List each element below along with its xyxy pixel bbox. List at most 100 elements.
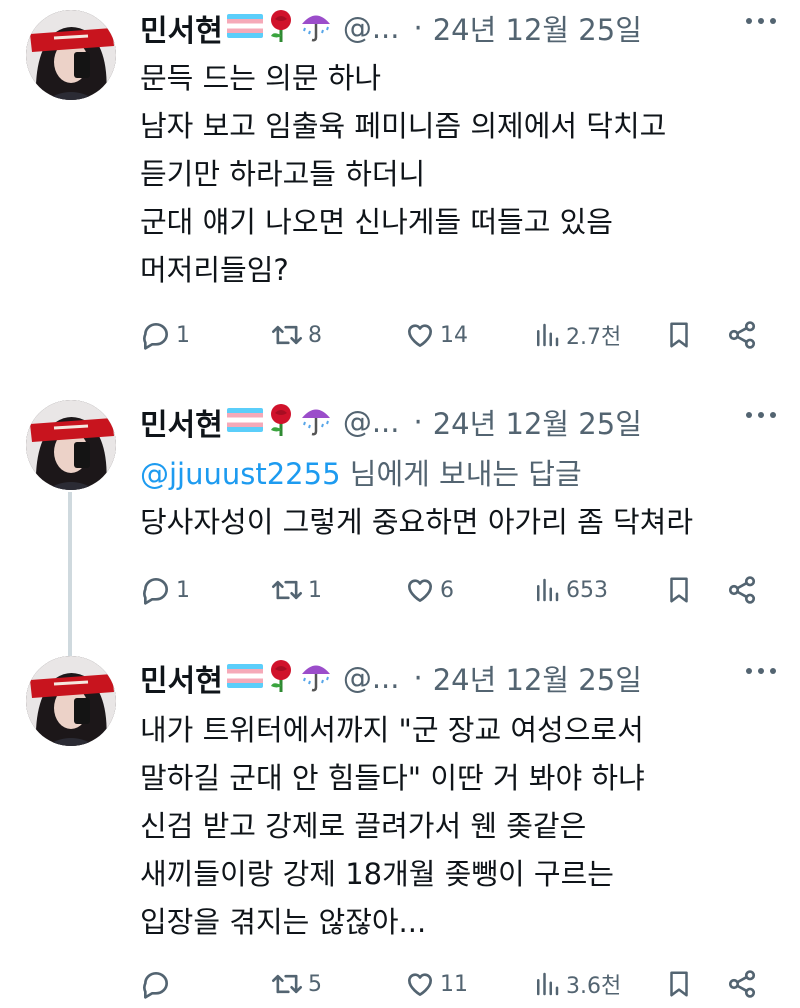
umbrella-rain-emoji: [299, 403, 333, 441]
tweet-text: 문득 드는 의문 하나 남자 보고 임출육 페미니즘 의제에서 닥치고 듣기만 …: [140, 54, 780, 294]
text-line: 입장을 겪지는 않잖아...: [140, 905, 427, 939]
umbrella-rain-emoji: [299, 659, 333, 697]
more-options-icon[interactable]: [746, 666, 776, 676]
retweet-icon: [271, 974, 303, 994]
heart-icon: [408, 973, 432, 996]
reply-icon: [143, 323, 168, 350]
avatar-image: [26, 400, 116, 490]
display-name[interactable]: 민서현: [140, 6, 223, 50]
like-count: 11: [440, 971, 468, 997]
view-count: 3.6천: [566, 974, 622, 999]
retweet-count: 1: [308, 577, 322, 603]
share-button[interactable]: [726, 964, 758, 1004]
like-button[interactable]: 14: [404, 315, 468, 355]
text-line: 문득 드는 의문 하나: [140, 61, 382, 95]
retweet-count: 5: [308, 971, 322, 997]
like-button[interactable]: 11: [404, 964, 468, 1004]
display-name[interactable]: 민서현: [140, 656, 223, 700]
tweet-3[interactable]: 민서현 @... · 24년 12월 25일 내가 트위터에서까지 "군 장교 …: [0, 656, 800, 1008]
avatar-image: [26, 656, 116, 746]
tweet-text: @jjuuust2255 님에게 보내는 답글 당사자성이 그렇게 중요하면 아…: [140, 450, 780, 546]
reply-context: @jjuuust2255 님에게 보내는 답글: [140, 450, 780, 498]
text-line: 말하길 군대 안 힘들다" 이딴 거 봐야 하냐: [140, 761, 645, 795]
views-chart-icon: [537, 578, 559, 602]
thread-connector: [68, 492, 72, 664]
reply-count: 1: [176, 577, 190, 603]
text-line: 신검 받고 강제로 끌려가서 웬 좆같은: [140, 809, 587, 843]
tweet-header: 민서현 @... · 24년 12월 25일: [140, 656, 642, 700]
reply-context-label: 님에게 보내는 답글: [340, 457, 582, 491]
share-icon: [728, 970, 756, 998]
view-count: 653: [566, 577, 608, 603]
separator-dot: ·: [413, 661, 423, 695]
rose-emoji: [267, 403, 295, 441]
post-date[interactable]: 24년 12월 25일: [433, 657, 642, 699]
more-options-icon[interactable]: [746, 410, 776, 420]
mention-link[interactable]: @jjuuust2255: [140, 457, 341, 491]
umbrella-rain-emoji: [299, 9, 333, 47]
user-handle[interactable]: @...: [343, 11, 400, 45]
action-bar: 1 8 14 2.7천: [140, 315, 770, 355]
retweet-button[interactable]: 1: [270, 570, 322, 610]
text-line: 새끼들이랑 강제 18개월 좆뺑이 구르는: [140, 857, 614, 891]
like-count: 14: [440, 322, 468, 348]
like-button[interactable]: 6: [404, 570, 454, 610]
avatar[interactable]: [26, 656, 116, 746]
reply-count: 1: [176, 322, 190, 348]
reply-icon: [143, 578, 168, 605]
action-bar: 1 1 6 653: [140, 570, 770, 610]
share-button[interactable]: [726, 570, 758, 610]
separator-dot: ·: [413, 11, 423, 45]
text-line: 머저리들임?: [140, 253, 289, 287]
transgender-flag-emoji: [226, 664, 263, 692]
like-count: 6: [440, 577, 454, 603]
avatar-image: [26, 10, 116, 100]
share-icon: [728, 576, 756, 604]
name-emojis: [226, 659, 337, 697]
post-date[interactable]: 24년 12월 25일: [433, 401, 642, 443]
views-button[interactable]: 2.7천: [532, 315, 621, 355]
views-button[interactable]: 653: [532, 570, 608, 610]
user-handle[interactable]: @...: [343, 405, 400, 439]
rose-emoji: [267, 659, 295, 697]
view-count: 2.7천: [566, 325, 622, 350]
retweet-icon: [271, 580, 303, 600]
bookmark-icon: [670, 577, 688, 603]
display-name[interactable]: 민서현: [140, 400, 223, 444]
tweet-1[interactable]: 민서현 @... · 24년 12월 25일 문득 드는 의문 하나 남자 보고…: [0, 6, 800, 351]
name-emojis: [226, 403, 337, 441]
reply-button[interactable]: 1: [140, 570, 190, 610]
transgender-flag-emoji: [226, 14, 263, 42]
heart-icon: [408, 324, 432, 347]
bookmark-icon: [670, 971, 688, 997]
views-button[interactable]: 3.6천: [532, 964, 621, 1004]
action-bar: 5 11 3.6천: [140, 964, 770, 1004]
retweet-button[interactable]: 8: [270, 315, 322, 355]
text-line: 듣기만 하라고들 하더니: [140, 157, 426, 191]
avatar[interactable]: [26, 10, 116, 100]
more-options-icon[interactable]: [746, 16, 776, 26]
name-emojis: [226, 9, 337, 47]
tweet-header: 민서현 @... · 24년 12월 25일: [140, 6, 642, 50]
bookmark-button[interactable]: [664, 315, 694, 355]
reply-button[interactable]: [140, 964, 176, 1004]
retweet-button[interactable]: 5: [270, 964, 322, 1004]
transgender-flag-emoji: [226, 408, 263, 436]
tweet-2[interactable]: 민서현 @... · 24년 12월 25일 @jjuuust2255 님에게 …: [0, 400, 800, 664]
avatar[interactable]: [26, 400, 116, 490]
separator-dot: ·: [413, 405, 423, 439]
bookmark-icon: [670, 322, 688, 348]
share-button[interactable]: [726, 315, 758, 355]
post-date[interactable]: 24년 12월 25일: [433, 7, 642, 49]
views-chart-icon: [537, 323, 559, 347]
tweet-text: 내가 트위터에서까지 "군 장교 여성으로서 말하길 군대 안 힘들다" 이딴 …: [140, 706, 780, 946]
reply-icon: [143, 972, 168, 999]
bookmark-button[interactable]: [664, 570, 694, 610]
views-chart-icon: [537, 972, 559, 996]
reply-button[interactable]: 1: [140, 315, 190, 355]
bookmark-button[interactable]: [664, 964, 694, 1004]
text-line: 남자 보고 임출육 페미니즘 의제에서 닥치고: [140, 109, 667, 143]
user-handle[interactable]: @...: [343, 661, 400, 695]
tweet-header: 민서현 @... · 24년 12월 25일: [140, 400, 642, 444]
rose-emoji: [267, 9, 295, 47]
